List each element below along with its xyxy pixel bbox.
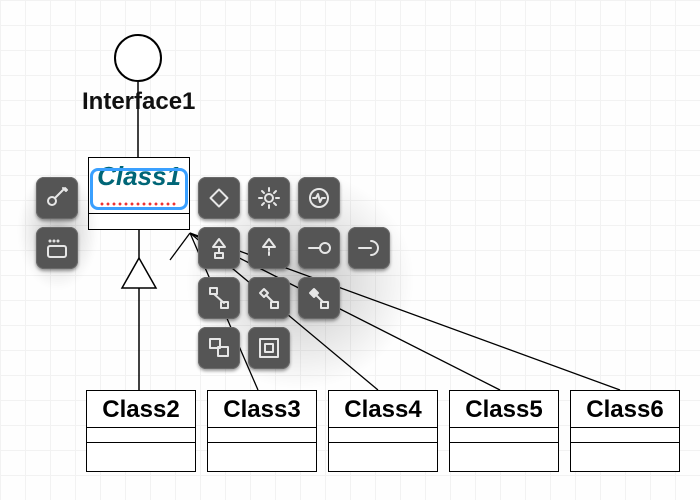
class-node-class2[interactable]: Class2 bbox=[86, 390, 196, 472]
realization-button[interactable] bbox=[248, 227, 290, 269]
operation-icon bbox=[44, 235, 70, 261]
class-attributes-section[interactable] bbox=[329, 428, 437, 443]
class-attributes-section[interactable] bbox=[208, 428, 316, 443]
class-operations-section[interactable] bbox=[89, 214, 189, 228]
association-button[interactable] bbox=[198, 277, 240, 319]
class-name-label[interactable]: Class4 bbox=[329, 391, 437, 428]
class-name-label[interactable]: Class5 bbox=[450, 391, 558, 428]
gear-icon bbox=[256, 185, 282, 211]
composition-button[interactable] bbox=[298, 277, 340, 319]
class-operations-section[interactable] bbox=[571, 443, 679, 457]
class-node-class5[interactable]: Class5 bbox=[449, 390, 559, 472]
class-operations-section[interactable] bbox=[87, 443, 195, 457]
spellcheck-underline bbox=[100, 202, 178, 206]
interface-lollipop[interactable] bbox=[114, 34, 162, 82]
containment-button[interactable] bbox=[198, 327, 240, 369]
generalization-button[interactable] bbox=[198, 227, 240, 269]
class-operations-section[interactable] bbox=[450, 443, 558, 457]
lollipop-icon bbox=[306, 235, 332, 261]
class-name-label[interactable]: Class3 bbox=[208, 391, 316, 428]
class-node-class6[interactable]: Class6 bbox=[570, 390, 680, 472]
containment-icon bbox=[206, 335, 232, 361]
class-attributes-section[interactable] bbox=[87, 428, 195, 443]
class-operations-section[interactable] bbox=[329, 443, 437, 457]
socket-icon bbox=[356, 235, 382, 261]
class-name-label[interactable]: Class6 bbox=[571, 391, 679, 428]
class-attributes-section[interactable] bbox=[450, 428, 558, 443]
realization-icon bbox=[256, 235, 282, 261]
note-button[interactable] bbox=[198, 177, 240, 219]
class-attributes-section[interactable] bbox=[571, 428, 679, 443]
interface-label[interactable]: Interface1 bbox=[82, 88, 195, 116]
generalization-icon bbox=[206, 235, 232, 261]
quick-edit-button[interactable] bbox=[298, 177, 340, 219]
add-attribute-button[interactable] bbox=[36, 177, 78, 219]
settings-button[interactable] bbox=[248, 177, 290, 219]
required-interface-button[interactable] bbox=[348, 227, 390, 269]
activity-icon bbox=[306, 185, 332, 211]
class-node-class4[interactable]: Class4 bbox=[328, 390, 438, 472]
class-name-label[interactable]: Class2 bbox=[87, 391, 195, 428]
add-operation-button[interactable] bbox=[36, 227, 78, 269]
association-icon bbox=[206, 285, 232, 311]
aggregation-button[interactable] bbox=[248, 277, 290, 319]
nesting-icon bbox=[256, 335, 282, 361]
class-operations-section[interactable] bbox=[208, 443, 316, 457]
aggregation-icon bbox=[256, 285, 282, 311]
composition-icon bbox=[306, 285, 332, 311]
provided-interface-button[interactable] bbox=[298, 227, 340, 269]
class-node-class3[interactable]: Class3 bbox=[207, 390, 317, 472]
diamond-icon bbox=[206, 185, 232, 211]
nesting-button[interactable] bbox=[248, 327, 290, 369]
key-plus-icon bbox=[44, 185, 70, 211]
diagram-canvas[interactable]: Interface1 Class1 bbox=[0, 0, 700, 500]
